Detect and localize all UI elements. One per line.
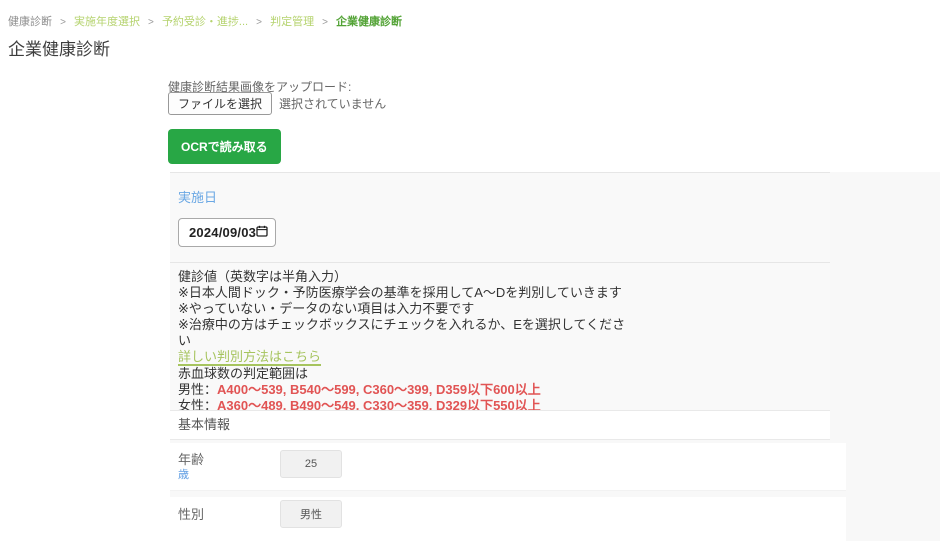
- notes-line-treatment: ※治療中の方はチェックボックスにチェックを入れるか、Eを選択してくださ い: [178, 317, 830, 349]
- gender-input[interactable]: 男性: [280, 500, 342, 528]
- rbc-range-title: 赤血球数の判定範囲は: [178, 366, 830, 382]
- breadcrumb: 健康診断 > 実施年度選択 > 予約受診・進捗... > 判定管理 > 企業健康…: [8, 13, 402, 29]
- date-section: 実施日 2024/09/03: [170, 172, 830, 262]
- notes-title: 健診値（英数字は半角入力）: [178, 269, 830, 285]
- notes-line-no-data: ※やっていない・データのない項目は入力不要です: [178, 301, 830, 317]
- breadcrumb-separator: >: [322, 17, 328, 28]
- gender-label: 性別: [178, 504, 204, 523]
- file-select-button[interactable]: ファイルを選択: [168, 92, 272, 115]
- judgement-method-link[interactable]: 詳しい判別方法はこちら: [178, 350, 321, 366]
- ocr-read-button[interactable]: OCRで読み取る: [168, 129, 281, 164]
- file-input-row: ファイルを選択 選択されていません: [168, 92, 386, 115]
- date-value: 2024/09/03: [189, 225, 256, 240]
- breadcrumb-item-health-check: 健康診断: [8, 16, 52, 28]
- breadcrumb-separator: >: [148, 17, 154, 28]
- breadcrumb-item-reservation-progress[interactable]: 予約受診・進捗...: [162, 16, 248, 28]
- date-section-label: 実施日: [178, 187, 830, 206]
- breadcrumb-item-current-corporate-checkup: 企業健康診断: [336, 16, 402, 28]
- no-file-selected-text: 選択されていません: [279, 95, 386, 112]
- breadcrumb-item-year-select[interactable]: 実施年度選択: [74, 16, 140, 28]
- calendar-icon: [256, 224, 268, 242]
- breadcrumb-separator: >: [256, 17, 262, 28]
- gender-row: 性別 男性: [170, 497, 846, 541]
- basic-info-section-header: 基本情報: [170, 410, 830, 440]
- checkup-values-notes-section: 健診値（英数字は半角入力） ※日本人間ドック・予防医療学会の基準を採用してA〜D…: [170, 262, 830, 410]
- breadcrumb-item-judgement-management[interactable]: 判定管理: [270, 16, 314, 28]
- rbc-range-male: 男性：A400〜539, B540〜599, C360〜399, D359以下6…: [178, 382, 830, 398]
- notes-line-standard: ※日本人間ドック・予防医療学会の基準を採用してA〜Dを判別していきます: [178, 285, 830, 301]
- age-unit-label: 歳: [178, 466, 189, 482]
- page-title: 企業健康診断: [8, 35, 110, 60]
- age-row: 年齢 歳 25: [170, 443, 846, 491]
- male-prefix: 男性：: [178, 382, 217, 397]
- date-input[interactable]: 2024/09/03: [178, 218, 276, 247]
- age-input[interactable]: 25: [280, 450, 342, 478]
- breadcrumb-separator: >: [60, 17, 66, 28]
- male-range-values: A400〜539, B540〜599, C360〜399, D359以下600以…: [217, 382, 541, 397]
